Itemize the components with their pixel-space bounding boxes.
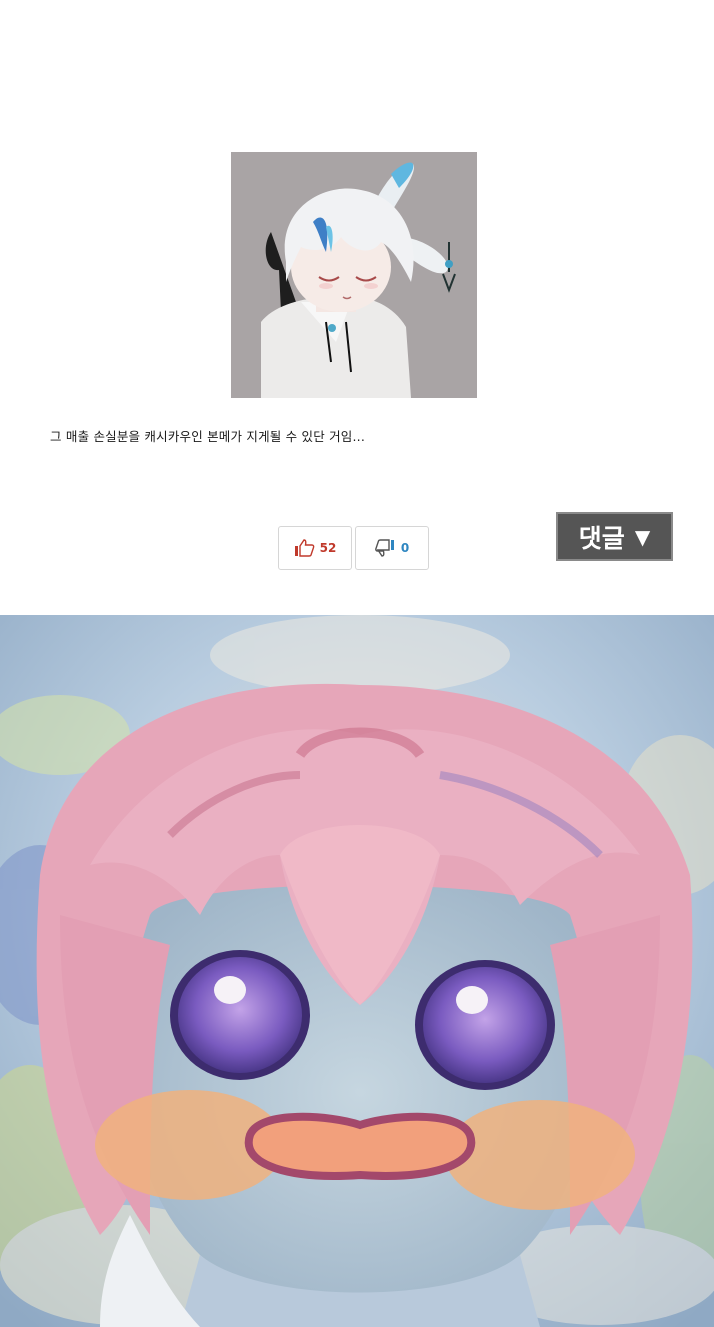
post-image-sleepy-character [231,152,477,398]
downvote-count: 0 [400,541,410,555]
thumbs-down-icon [374,539,397,557]
comments-toggle-label: 댓글 [578,523,625,553]
upvote-button[interactable]: 52 [278,526,352,570]
downvote-button[interactable]: 0 [355,526,429,570]
post-caption: 그 매출 손실분을 캐시카우인 본메가 지게될 수 있단 거임... [50,429,366,444]
upvote-count: 52 [319,541,337,555]
comments-toggle-button[interactable]: 댓글 ▼ [556,512,673,561]
triangle-down-icon: ▼ [634,524,651,549]
thumbs-up-icon [294,539,316,557]
post-image-impressionist-character [0,615,714,1327]
